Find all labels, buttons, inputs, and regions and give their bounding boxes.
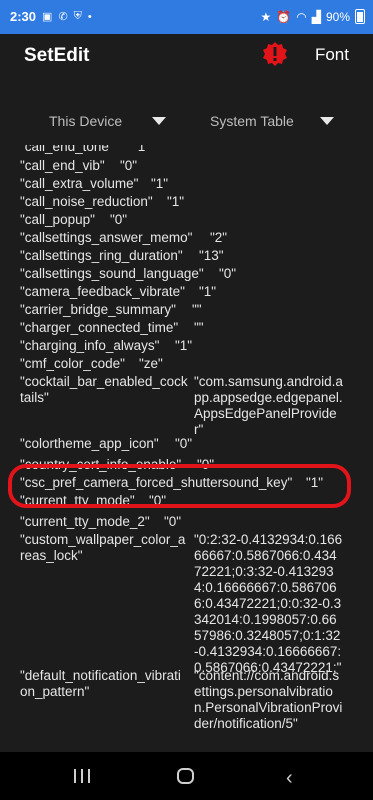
dropdown-arrow-icon [320,117,334,125]
wifi-calling-icon: ✆ [58,11,68,23]
setting-key: "current_tty_mode_2" [20,514,150,529]
setting-value: "1" [199,284,217,299]
device-spinner[interactable]: This Device [49,104,179,138]
app-bar: SetEdit Font [0,34,373,86]
setting-key: "custom_wallpaper_color_areas_lock" [20,532,186,563]
home-button[interactable] [177,768,194,784]
setting-key: "call_noise_reduction" [20,194,153,209]
device-spinner-label: This Device [49,113,123,129]
table-spinner[interactable]: System Table [210,104,340,138]
status-right: ★ ⏰ ◠ ▟ 90% [261,9,365,24]
setting-value: "" [192,302,202,317]
setting-key: "charging_info_always" [20,338,160,353]
setting-key: "cmf_color_code" [20,356,125,371]
setting-value: "0" [120,158,138,173]
settings-list[interactable]: "call_end_tone" "1" "call_end_vib" "0" "call… [0,145,373,752]
setting-key: "call_end_tone" [20,145,114,154]
setting-value: "1" [167,194,185,209]
setting-value: "0" [110,212,128,227]
app-title: SetEdit [24,45,90,66]
setting-key: "call_end_vib" [20,158,105,173]
setting-value: "1" [151,176,169,191]
setting-key: "callsettings_answer_memo" [20,230,193,245]
status-bar: 2:30 ▣ ✆ ⛨ • ★ ⏰ ◠ ▟ 90% [0,0,373,34]
table-spinner-label: System Table [210,113,294,129]
battery-icon [355,9,365,24]
setting-value: "" [194,320,204,335]
gallery-icon: ▣ [42,11,53,23]
alarm-icon: ⏰ [276,9,292,24]
highlight-annotation [8,464,351,508]
setting-value: "ze" [139,356,163,371]
setting-value: "0" [164,514,182,529]
dot-icon: • [87,10,92,23]
setting-key: "call_popup" [20,212,95,227]
wifi-icon: ◠ [296,9,307,24]
setting-key: "carrier_bridge_summary" [20,302,176,317]
status-time: 2:30 [10,9,37,24]
setting-key: "default_notification_vibration_pattern" [20,668,181,699]
setting-key: "call_extra_volume" [20,176,139,191]
setting-key: "cocktail_bar_enabled_cocktails" [20,374,188,405]
dropdown-arrow-icon [152,117,166,125]
setting-value: "13" [199,248,224,263]
star-icon: ★ [260,9,272,24]
setting-key: "callsettings_ring_duration" [20,248,183,263]
back-button[interactable]: ‹ [286,767,293,790]
setting-value: "2" [210,230,228,245]
setting-value: "1" [175,338,193,353]
setting-value: "0:2:32-0.4132934:0.16666667:0.5867066:0… [194,532,343,675]
setting-key: "colortheme_app_icon" [20,436,159,451]
navigation-bar: ‹ [0,752,373,800]
setting-key: "callsettings_sound_language" [20,266,204,281]
setting-value: "content://com.android.settings.personal… [194,668,343,731]
font-button[interactable]: Font [315,45,349,65]
setting-key: "charger_connected_time" [20,320,179,335]
status-left: 2:30 ▣ ✆ ⛨ • [10,9,92,24]
setting-value: "com.samsung.android.app.appsedge.edgepa… [194,374,343,437]
setting-value: "1" [133,145,151,154]
setting-key: "camera_feedback_vibrate" [20,284,185,299]
setting-value: "0" [175,436,193,451]
alert-icon[interactable] [262,41,288,67]
recents-button[interactable] [72,769,92,783]
battery-text: 90% [325,9,350,24]
shield-icon: ⛨ [73,10,82,22]
setting-value: "0" [219,266,237,281]
spinner-row: This Device System Table [0,104,373,138]
signal-icon: ▟ [311,9,321,24]
